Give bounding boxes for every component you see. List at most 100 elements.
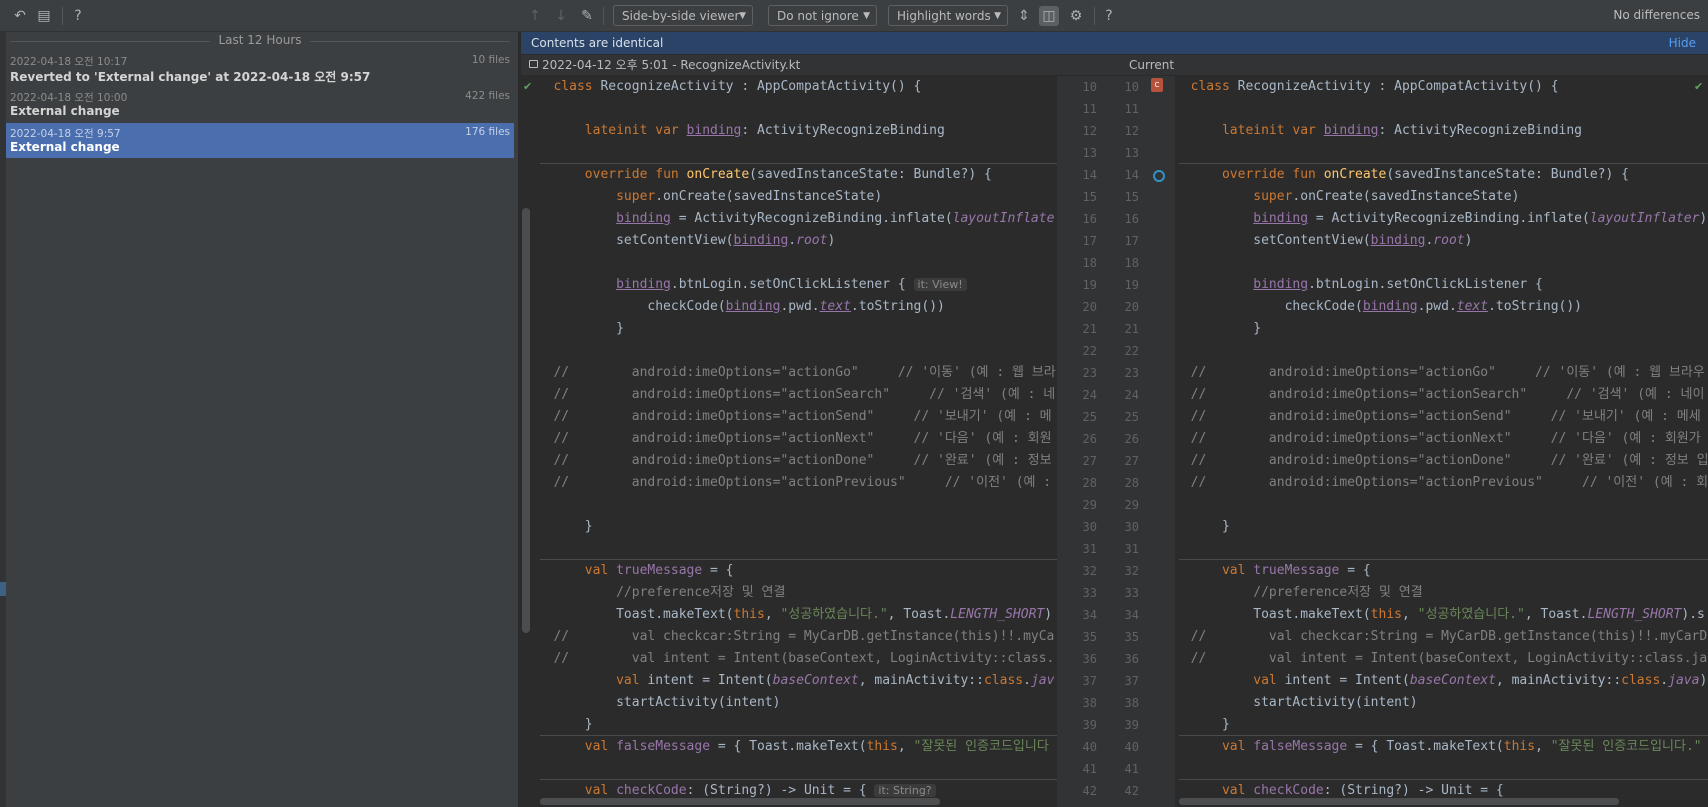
edit-source-icon[interactable]: ✎ [577,6,597,26]
help-icon[interactable]: ? [1099,6,1119,26]
line-number: 35 [1082,630,1097,644]
chevron-down-icon: ▼ [994,11,1001,21]
line-number: 42 [1082,784,1097,798]
line-number: 40 [1082,740,1097,754]
code-line: // val checkcar:String = MyCarDB.getInst… [1175,629,1708,644]
panel-splitter[interactable] [518,32,521,807]
line-number: 11 [1082,102,1097,116]
revision-item[interactable]: 2022-04-18 오전 10:00 422 files External c… [6,87,514,122]
line-number: 30 [1082,520,1097,534]
line-number: 18 [1082,256,1097,270]
code-line: checkCode(binding.pwd.text.toString()) [1175,299,1583,314]
line-number-gutter: 10 11 12 13 14 15 16 17 18 19 20 21 22 23 24 25 26 27 28 29… [1057,76,1175,807]
revision-date: 2022-04-18 오전 10:17 [10,56,128,68]
code-line: // android:imeOptions="actionDone" // '완… [530,453,1052,468]
code-line: // val intent = Intent(baseContext, Logi… [530,651,1055,666]
viewer-mode-dropdown[interactable]: Side-by-side viewer ▼ [613,5,753,26]
line-number: 37 [1082,674,1097,688]
left-file-label: 2022-04-12 오후 5:01 - RecognizeActivity.k… [542,58,801,72]
revision-item-selected[interactable]: 2022-04-18 오전 9:57 176 files External ch… [6,123,514,158]
right-file-header: Current [1057,55,1708,75]
line-number: 41 [1082,762,1097,776]
hide-banner-link[interactable]: Hide [1669,36,1696,50]
code-line: // android:imeOptions="actionGo" // '이동'… [530,365,1056,380]
code-line: binding = ActivityRecognizeBinding.infla… [616,211,1055,226]
line-number: 36 [1082,652,1097,666]
line-number: 12 [1082,124,1097,138]
line-number: 32 [1124,564,1139,578]
line-number: 22 [1124,344,1139,358]
line-number: 10 [1124,80,1139,94]
code-line: super.onCreate(savedInstanceState) [1253,189,1520,204]
sync-scroll-icon[interactable]: ◫ [1039,6,1059,26]
line-number: 40 [1124,740,1139,754]
code-line: val trueMessage = { [1221,563,1371,578]
right-horizontal-scrollbar[interactable] [1179,798,1619,805]
revision-date: 2022-04-18 오전 9:57 [10,128,121,140]
line-number: 23 [1082,366,1097,380]
code-line: } [530,717,593,732]
code-line: setContentView(binding.root) [1175,233,1473,248]
line-number: 30 [1124,520,1139,534]
code-line: // val intent = Intent(baseContext, Logi… [1175,651,1708,666]
line-number: 32 [1082,564,1097,578]
code-line: class RecognizeActivity : AppCompatActiv… [553,79,922,94]
class-marker-icon[interactable]: C [1151,78,1163,92]
line-number: 18 [1124,256,1139,270]
banner-message: Contents are identical [531,36,664,50]
code-line: } [530,519,593,534]
line-number: 33 [1082,586,1097,600]
revert-icon[interactable]: ↶ [10,6,30,26]
code-line: binding.btnLogin.setOnClickListener { it… [530,274,967,296]
line-number: 39 [1124,718,1139,732]
code-line: } [1175,519,1230,534]
revision-title: External change [10,140,120,154]
line-number: 27 [1124,454,1139,468]
line-number: 22 [1082,344,1097,358]
code-line: // android:imeOptions="actionSearch" // … [1175,387,1705,402]
line-number: 19 [1082,278,1097,292]
next-difference-icon[interactable]: ↓ [551,6,571,26]
line-number: 23 [1124,366,1139,380]
line-number: 24 [1082,388,1097,402]
revision-file-count: 10 files [471,54,510,66]
line-number: 14 [1082,168,1097,182]
history-group-header: Last 12 Hours [218,33,302,47]
whitespace-mode-dropdown[interactable]: Do not ignore ▼ [768,5,877,26]
line-number: 11 [1124,102,1139,116]
code-line: // android:imeOptions="actionSearch" // … [530,387,1056,402]
right-editor[interactable]: class RecognizeActivity : AppCompatActiv… [1175,76,1708,807]
previous-difference-icon[interactable]: ↑ [525,6,545,26]
highlight-mode-dropdown[interactable]: Highlight words ▼ [888,5,1008,26]
create-patch-icon[interactable]: ▤ [34,6,54,26]
line-number: 34 [1124,608,1139,622]
settings-gear-icon[interactable]: ⚙ [1066,6,1086,26]
revision-item[interactable]: 2022-04-18 오전 10:17 10 files Reverted to… [6,51,514,86]
code-line: // android:imeOptions="actionGo" // '이동'… [1175,365,1705,380]
side-tool-tab[interactable] [0,582,6,596]
line-number: 24 [1124,388,1139,402]
collapse-unchanged-icon[interactable]: ⇕ [1014,6,1034,26]
code-line: super.onCreate(savedInstanceState) [616,189,883,204]
code-line: //preference저장 및 연결 [616,585,786,600]
toolbar-separator [62,7,63,25]
code-line: lateinit var binding: ActivityRecognizeB… [1221,123,1583,138]
toolbar-separator [1094,7,1095,25]
line-number: 13 [1124,146,1139,160]
code-line: Toast.makeText(this, "성공하였습니다.", Toast.L… [1175,607,1705,622]
toolbar: ↶ ▤ ? ↑ ↓ ✎ Side-by-side viewer ▼ Do not… [0,0,1708,32]
code-line: val intent = Intent(baseContext, mainAct… [1253,673,1708,688]
revision-title: Reverted to 'External change' at 2022-04… [10,70,371,84]
line-number: 28 [1124,476,1139,490]
override-marker-icon[interactable] [1153,170,1165,182]
line-number: 15 [1082,190,1097,204]
toolbar-separator [603,7,604,25]
inlay-hint: it: View! [913,278,967,291]
help-icon[interactable]: ? [68,6,88,26]
history-scrollbar[interactable] [522,208,530,633]
line-number: 38 [1124,696,1139,710]
left-editor[interactable]: class RecognizeActivity : AppCompatActiv… [530,76,1057,807]
line-number: 15 [1124,190,1139,204]
line-number: 36 [1124,652,1139,666]
left-horizontal-scrollbar[interactable] [540,798,940,805]
